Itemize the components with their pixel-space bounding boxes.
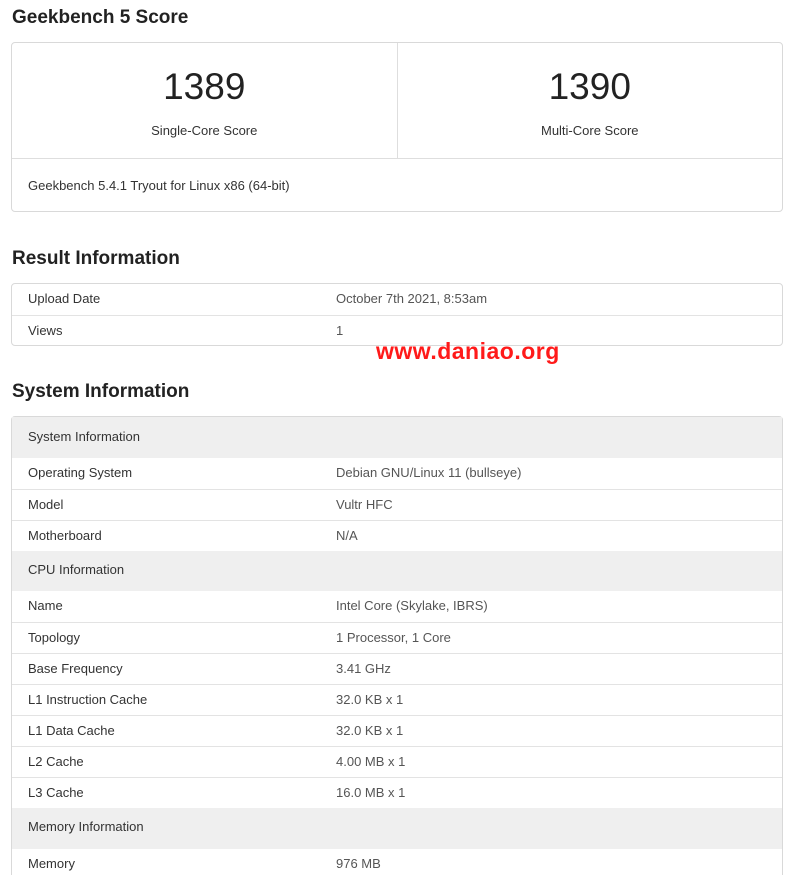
table-row: Motherboard N/A: [12, 520, 782, 551]
row-value: 32.0 KB x 1: [336, 723, 404, 738]
result-section-title: Result Information: [12, 248, 180, 269]
row-key: Motherboard: [28, 528, 102, 543]
row-key: Base Frequency: [28, 661, 123, 676]
watermark-text: www.daniao.org: [376, 338, 560, 364]
multi-core-score-value: 1390: [548, 66, 631, 107]
row-key: L1 Instruction Cache: [28, 692, 148, 707]
row-key: L1 Data Cache: [28, 723, 115, 738]
row-value: Vultr HFC: [336, 497, 393, 512]
table-row: Memory 976 MB: [12, 849, 782, 875]
multi-core-score-label: Multi-Core Score: [540, 123, 639, 138]
scores-row: 1389 Single-Core Score 1390 Multi-Core S…: [12, 43, 782, 159]
table-row: L3 Cache 16.0 MB x 1: [12, 777, 782, 808]
result-info-table: Upload Date October 7th 2021, 8:53am Vie…: [11, 283, 783, 346]
score-card: 1389 Single-Core Score 1390 Multi-Core S…: [11, 42, 783, 212]
row-key: L3 Cache: [28, 785, 84, 800]
row-key: Topology: [28, 630, 81, 645]
row-value: 32.0 KB x 1: [336, 692, 404, 707]
row-key: Upload Date: [28, 291, 101, 306]
row-key: Model: [28, 497, 64, 512]
table-row: Model Vultr HFC: [12, 489, 782, 520]
table-row: Upload Date October 7th 2021, 8:53am: [12, 284, 782, 315]
table-row: Operating System Debian GNU/Linux 11 (bu…: [12, 458, 782, 489]
row-value: Debian GNU/Linux 11 (bullseye): [336, 465, 522, 480]
group-header-cpu: CPU Information: [12, 551, 782, 591]
row-key: Views: [28, 323, 63, 338]
row-key: Operating System: [28, 465, 133, 480]
table-row: L2 Cache 4.00 MB x 1: [12, 746, 782, 777]
row-value: 1 Processor, 1 Core: [336, 630, 451, 645]
table-row: Base Frequency 3.41 GHz: [12, 653, 782, 684]
table-row: L1 Data Cache 32.0 KB x 1: [12, 715, 782, 746]
table-row: Name Intel Core (Skylake, IBRS): [12, 591, 782, 622]
system-info-table: System Information Operating System Debi…: [11, 416, 783, 875]
row-value: 4.00 MB x 1: [336, 754, 406, 769]
row-value: 976 MB: [336, 856, 381, 871]
page: Geekbench 5 Score 1389 Single-Core Score…: [0, 0, 786, 875]
row-key: Name: [28, 598, 63, 613]
row-value: 16.0 MB x 1: [336, 785, 406, 800]
row-key: L2 Cache: [28, 754, 84, 769]
single-core-score-box: 1389 Single-Core Score: [12, 43, 397, 158]
table-row: Topology 1 Processor, 1 Core: [12, 622, 782, 653]
row-value: N/A: [336, 528, 358, 543]
row-value: 3.41 GHz: [336, 661, 391, 676]
score-section-title: Geekbench 5 Score: [12, 7, 189, 28]
system-section-title: System Information: [12, 381, 190, 402]
geekbench-version: Geekbench 5.4.1 Tryout for Linux x86 (64…: [28, 178, 290, 193]
single-core-score-label: Single-Core Score: [151, 123, 258, 138]
row-value: October 7th 2021, 8:53am: [336, 291, 488, 306]
group-header-system: System Information: [12, 417, 782, 458]
multi-core-score-box: 1390 Multi-Core Score: [396, 43, 783, 158]
table-row: L1 Instruction Cache 32.0 KB x 1: [12, 684, 782, 715]
row-value: Intel Core (Skylake, IBRS): [336, 598, 488, 613]
single-core-score-value: 1389: [163, 66, 246, 107]
row-key: Memory: [28, 856, 75, 871]
group-header-memory: Memory Information: [12, 808, 782, 849]
